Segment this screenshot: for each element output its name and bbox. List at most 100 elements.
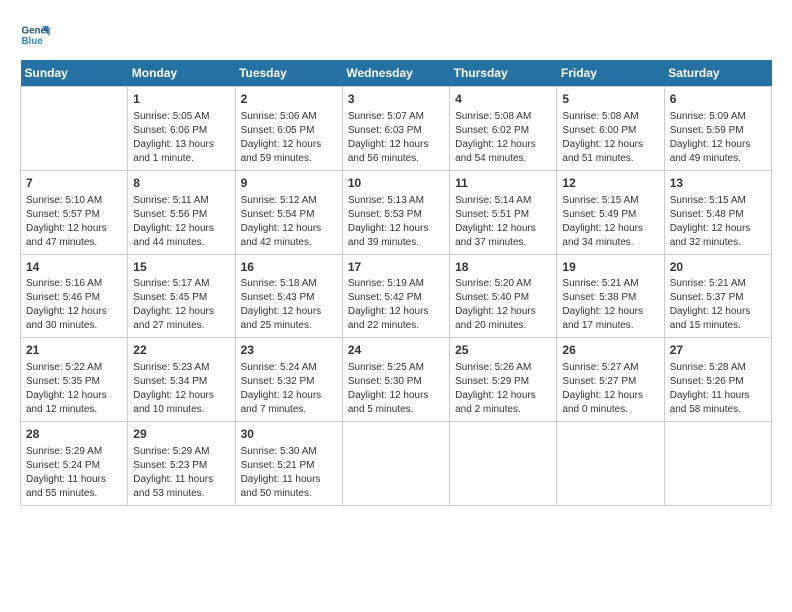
calendar-cell: 29Sunrise: 5:29 AM Sunset: 5:23 PM Dayli…	[128, 422, 235, 506]
day-info: Sunrise: 5:16 AM Sunset: 5:46 PM Dayligh…	[26, 277, 122, 333]
calendar-cell: 3Sunrise: 5:07 AM Sunset: 6:03 PM Daylig…	[342, 87, 449, 171]
day-info: Sunrise: 5:15 AM Sunset: 5:48 PM Dayligh…	[670, 194, 766, 250]
calendar-cell: 25 Sunrise: 5:26 AM Sunset: 5:29 PM Dayli…	[450, 338, 557, 422]
day-info: Sunrise: 5:26 AM Sunset: 5:29 PM Dayligh…	[455, 361, 551, 417]
calendar-cell: 2 Sunrise: 5:06 AM Sunset: 6:05 PM Daylig…	[235, 87, 342, 171]
day-info: Sunrise: 5:08 AM Sunset: 6:00 PM Dayligh…	[562, 110, 658, 166]
calendar-cell: 8Sunrise: 5:11 AM Sunset: 5:56 PM Daylig…	[128, 170, 235, 254]
calendar-cell: 7 Sunrise: 5:10 AM Sunset: 5:57 PM Daylig…	[21, 170, 128, 254]
day-number: 9	[241, 175, 337, 192]
calendar-cell: 9 Sunrise: 5:12 AM Sunset: 5:54 PM Daylig…	[235, 170, 342, 254]
calendar-cell: 12 Sunrise: 5:15 AM Sunset: 5:49 PM Dayli…	[557, 170, 664, 254]
day-number: 19	[562, 259, 658, 276]
day-number: 4	[455, 91, 551, 108]
day-info: Sunrise: 5:19 AM Sunset: 5:42 PM Dayligh…	[348, 277, 444, 333]
day-number: 7	[26, 175, 122, 192]
day-number: 23	[241, 342, 337, 359]
calendar-cell: 20Sunrise: 5:21 AM Sunset: 5:37 PM Dayli…	[664, 254, 771, 338]
calendar-cell	[557, 422, 664, 506]
header-thursday: Thursday	[450, 60, 557, 87]
page-header: General Blue	[20, 20, 772, 50]
calendar-cell	[342, 422, 449, 506]
day-number: 3	[348, 91, 444, 108]
calendar-table: SundayMondayTuesdayWednesdayThursdayFrid…	[20, 60, 772, 506]
day-number: 26	[562, 342, 658, 359]
header-monday: Monday	[128, 60, 235, 87]
day-number: 29	[133, 426, 229, 443]
day-info: Sunrise: 5:23 AM Sunset: 5:34 PM Dayligh…	[133, 361, 229, 417]
day-number: 10	[348, 175, 444, 192]
day-number: 8	[133, 175, 229, 192]
day-number: 2	[241, 91, 337, 108]
day-info: Sunrise: 5:22 AM Sunset: 5:35 PM Dayligh…	[26, 361, 122, 417]
day-info: Sunrise: 5:21 AM Sunset: 5:37 PM Dayligh…	[670, 277, 766, 333]
calendar-cell	[21, 87, 128, 171]
day-number: 30	[241, 426, 337, 443]
day-number: 5	[562, 91, 658, 108]
header-tuesday: Tuesday	[235, 60, 342, 87]
day-number: 28	[26, 426, 122, 443]
calendar-cell: 4 Sunrise: 5:08 AM Sunset: 6:02 PM Daylig…	[450, 87, 557, 171]
logo-icon: General Blue	[20, 20, 50, 50]
day-number: 25	[455, 342, 551, 359]
day-number: 24	[348, 342, 444, 359]
day-number: 14	[26, 259, 122, 276]
calendar-cell: 14Sunrise: 5:16 AM Sunset: 5:46 PM Dayli…	[21, 254, 128, 338]
svg-text:Blue: Blue	[22, 36, 44, 47]
header-saturday: Saturday	[664, 60, 771, 87]
calendar-cell: 16Sunrise: 5:18 AM Sunset: 5:43 PM Dayli…	[235, 254, 342, 338]
day-info: Sunrise: 5:28 AM Sunset: 5:26 PM Dayligh…	[670, 361, 766, 417]
day-number: 17	[348, 259, 444, 276]
calendar-cell: 28 Sunrise: 5:29 AM Sunset: 5:24 PM Dayli…	[21, 422, 128, 506]
calendar-header-row: SundayMondayTuesdayWednesdayThursdayFrid…	[21, 60, 772, 87]
calendar-cell	[450, 422, 557, 506]
day-number: 22	[133, 342, 229, 359]
calendar-cell: 13 Sunrise: 5:15 AM Sunset: 5:48 PM Dayli…	[664, 170, 771, 254]
day-number: 12	[562, 175, 658, 192]
day-number: 16	[241, 259, 337, 276]
day-number: 11	[455, 175, 551, 192]
calendar-cell: 23 Sunrise: 5:24 AM Sunset: 5:32 PM Dayli…	[235, 338, 342, 422]
day-info: Sunrise: 5:29 AM Sunset: 5:24 PM Dayligh…	[26, 445, 122, 501]
day-info: Sunrise: 5:24 AM Sunset: 5:32 PM Dayligh…	[241, 361, 337, 417]
day-info: Sunrise: 5:21 AM Sunset: 5:38 PM Dayligh…	[562, 277, 658, 333]
day-number: 27	[670, 342, 766, 359]
day-number: 15	[133, 259, 229, 276]
day-info: Sunrise: 5:20 AM Sunset: 5:40 PM Dayligh…	[455, 277, 551, 333]
day-info: Sunrise: 5:06 AM Sunset: 6:05 PM Dayligh…	[241, 110, 337, 166]
day-number: 1	[133, 91, 229, 108]
calendar-week-3: 14Sunrise: 5:16 AM Sunset: 5:46 PM Dayli…	[21, 254, 772, 338]
day-info: Sunrise: 5:10 AM Sunset: 5:57 PM Dayligh…	[26, 194, 122, 250]
calendar-cell: 1 Sunrise: 5:05 AM Sunset: 6:06 PM Daylig…	[128, 87, 235, 171]
calendar-week-5: 28 Sunrise: 5:29 AM Sunset: 5:24 PM Dayli…	[21, 422, 772, 506]
header-friday: Friday	[557, 60, 664, 87]
day-info: Sunrise: 5:17 AM Sunset: 5:45 PM Dayligh…	[133, 277, 229, 333]
calendar-cell: 5 Sunrise: 5:08 AM Sunset: 6:00 PM Daylig…	[557, 87, 664, 171]
day-info: Sunrise: 5:14 AM Sunset: 5:51 PM Dayligh…	[455, 194, 551, 250]
calendar-cell: 22 Sunrise: 5:23 AM Sunset: 5:34 PM Dayli…	[128, 338, 235, 422]
calendar-cell: 6Sunrise: 5:09 AM Sunset: 5:59 PM Daylig…	[664, 87, 771, 171]
day-info: Sunrise: 5:08 AM Sunset: 6:02 PM Dayligh…	[455, 110, 551, 166]
logo: General Blue	[20, 20, 54, 50]
day-number: 21	[26, 342, 122, 359]
header-sunday: Sunday	[21, 60, 128, 87]
calendar-cell: 27 Sunrise: 5:28 AM Sunset: 5:26 PM Dayli…	[664, 338, 771, 422]
day-info: Sunrise: 5:25 AM Sunset: 5:30 PM Dayligh…	[348, 361, 444, 417]
calendar-cell: 18Sunrise: 5:20 AM Sunset: 5:40 PM Dayli…	[450, 254, 557, 338]
header-wednesday: Wednesday	[342, 60, 449, 87]
day-info: Sunrise: 5:12 AM Sunset: 5:54 PM Dayligh…	[241, 194, 337, 250]
day-info: Sunrise: 5:18 AM Sunset: 5:43 PM Dayligh…	[241, 277, 337, 333]
calendar-week-2: 7 Sunrise: 5:10 AM Sunset: 5:57 PM Daylig…	[21, 170, 772, 254]
day-number: 20	[670, 259, 766, 276]
day-info: Sunrise: 5:15 AM Sunset: 5:49 PM Dayligh…	[562, 194, 658, 250]
calendar-week-1: 1 Sunrise: 5:05 AM Sunset: 6:06 PM Daylig…	[21, 87, 772, 171]
day-number: 6	[670, 91, 766, 108]
calendar-week-4: 21 Sunrise: 5:22 AM Sunset: 5:35 PM Dayli…	[21, 338, 772, 422]
day-info: Sunrise: 5:27 AM Sunset: 5:27 PM Dayligh…	[562, 361, 658, 417]
calendar-cell: 15Sunrise: 5:17 AM Sunset: 5:45 PM Dayli…	[128, 254, 235, 338]
day-info: Sunrise: 5:05 AM Sunset: 6:06 PM Dayligh…	[133, 110, 229, 166]
calendar-cell	[664, 422, 771, 506]
calendar-cell: 24 Sunrise: 5:25 AM Sunset: 5:30 PM Dayli…	[342, 338, 449, 422]
calendar-cell: 21 Sunrise: 5:22 AM Sunset: 5:35 PM Dayli…	[21, 338, 128, 422]
day-number: 13	[670, 175, 766, 192]
